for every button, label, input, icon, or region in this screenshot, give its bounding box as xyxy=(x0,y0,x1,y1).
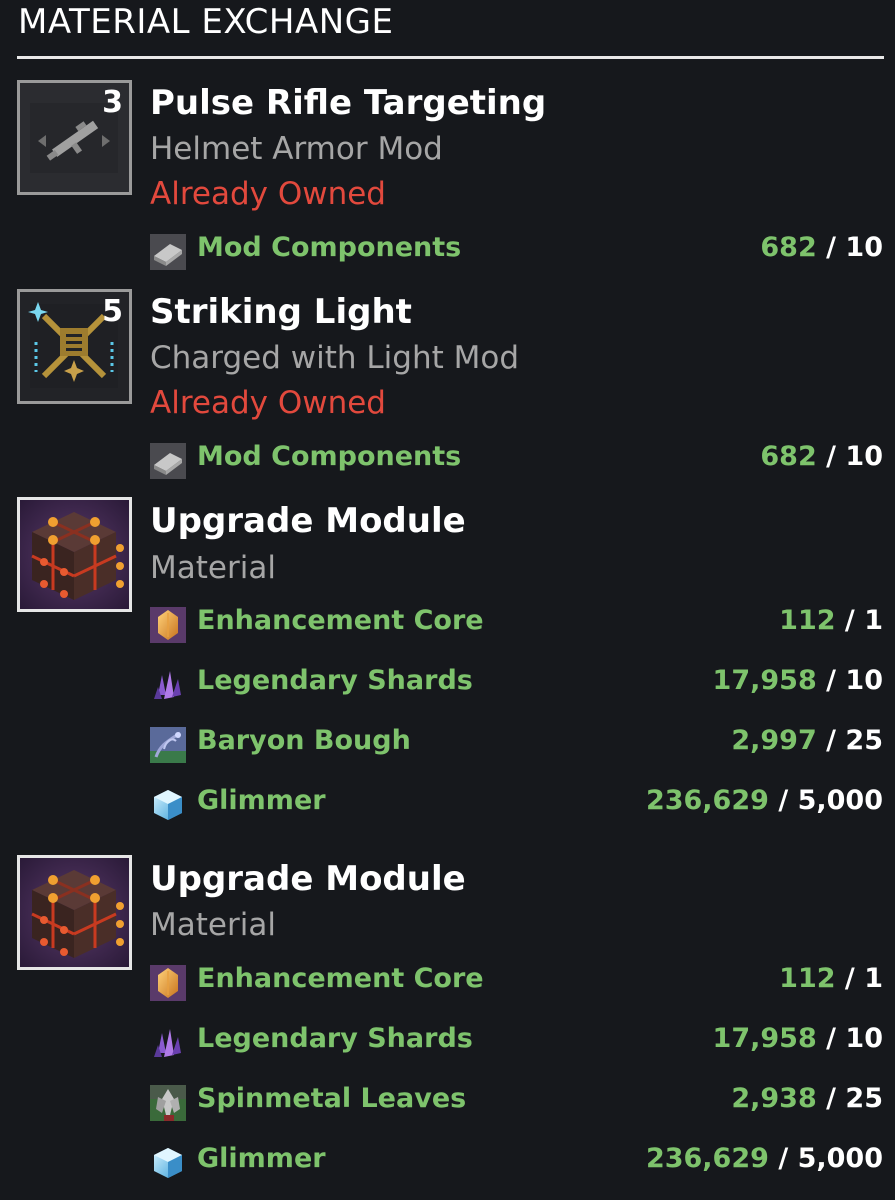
cost-name: Enhancement Core xyxy=(197,605,484,636)
item-title: Pulse Rifle Targeting xyxy=(150,83,547,123)
cost-amount: 17,958 / 10 xyxy=(712,665,883,696)
item-icon-frame[interactable]: 3 xyxy=(17,80,132,195)
cost-row: Glimmer 236,629 / 5,000 xyxy=(0,785,895,825)
glimmer-icon xyxy=(154,1148,182,1178)
item-title: Upgrade Module xyxy=(150,501,466,541)
legendary-shards-icon xyxy=(154,671,181,699)
cost-amount: 17,958 / 10 xyxy=(712,1023,883,1054)
header-divider xyxy=(17,56,884,59)
cost-name: Glimmer xyxy=(197,785,326,816)
item-icon-frame[interactable] xyxy=(17,497,132,612)
cost-amount: 682 / 10 xyxy=(760,441,883,472)
cost-row: Legendary Shards 17,958 / 10 xyxy=(0,1023,895,1063)
item-subtitle: Helmet Armor Mod xyxy=(150,131,443,167)
cost-name: Legendary Shards xyxy=(197,1023,473,1054)
cost-amount: 682 / 10 xyxy=(760,232,883,263)
cost-name: Glimmer xyxy=(197,1143,326,1174)
cost-row: Spinmetal Leaves 2,938 / 25 xyxy=(0,1083,895,1123)
baryon-bough-icon xyxy=(150,727,186,763)
item-quantity: 3 xyxy=(102,85,123,120)
cost-amount: 112 / 1 xyxy=(779,605,883,636)
cost-amount: 236,629 / 5,000 xyxy=(645,1143,883,1174)
item-subtitle: Material xyxy=(150,907,276,943)
cost-row: Enhancement Core 112 / 1 xyxy=(0,605,895,645)
owned-status: Already Owned xyxy=(150,176,386,212)
page-title: MATERIAL EXCHANGE xyxy=(18,2,394,42)
mod-components-icon xyxy=(150,443,186,479)
cost-name: Mod Components xyxy=(197,441,462,472)
enhancement-core-icon xyxy=(150,607,186,643)
cost-row: Enhancement Core 112 / 1 xyxy=(0,963,895,1003)
cost-amount: 2,938 / 25 xyxy=(731,1083,883,1114)
item-icon-frame[interactable]: 5 xyxy=(17,289,132,404)
upgrade-module-icon xyxy=(20,858,129,967)
item-title: Striking Light xyxy=(150,292,412,332)
cost-name: Enhancement Core xyxy=(197,963,484,994)
cost-row: Baryon Bough 2,997 / 25 xyxy=(0,725,895,765)
cost-amount: 112 / 1 xyxy=(779,963,883,994)
mod-components-icon xyxy=(150,234,186,270)
owned-status: Already Owned xyxy=(150,385,386,421)
item-subtitle: Material xyxy=(150,550,276,586)
legendary-shards-icon xyxy=(154,1029,181,1057)
cost-row: Mod Components 682 / 10 xyxy=(0,232,895,272)
cost-name: Mod Components xyxy=(197,232,462,263)
upgrade-module-icon xyxy=(20,500,129,609)
cost-row: Glimmer 236,629 / 5,000 xyxy=(0,1143,895,1183)
cost-name: Baryon Bough xyxy=(197,725,411,756)
item-quantity: 5 xyxy=(102,294,123,329)
item-subtitle: Charged with Light Mod xyxy=(150,340,520,376)
enhancement-core-icon xyxy=(150,965,186,1001)
item-title: Upgrade Module xyxy=(150,859,466,899)
cost-amount: 236,629 / 5,000 xyxy=(645,785,883,816)
cost-row: Legendary Shards 17,958 / 10 xyxy=(0,665,895,705)
item-icon-frame[interactable] xyxy=(17,855,132,970)
cost-amount: 2,997 / 25 xyxy=(731,725,883,756)
cost-row: Mod Components 682 / 10 xyxy=(0,441,895,481)
cost-name: Spinmetal Leaves xyxy=(197,1083,467,1114)
spinmetal-leaves-icon xyxy=(150,1085,186,1121)
cost-name: Legendary Shards xyxy=(197,665,473,696)
glimmer-icon xyxy=(154,790,182,820)
